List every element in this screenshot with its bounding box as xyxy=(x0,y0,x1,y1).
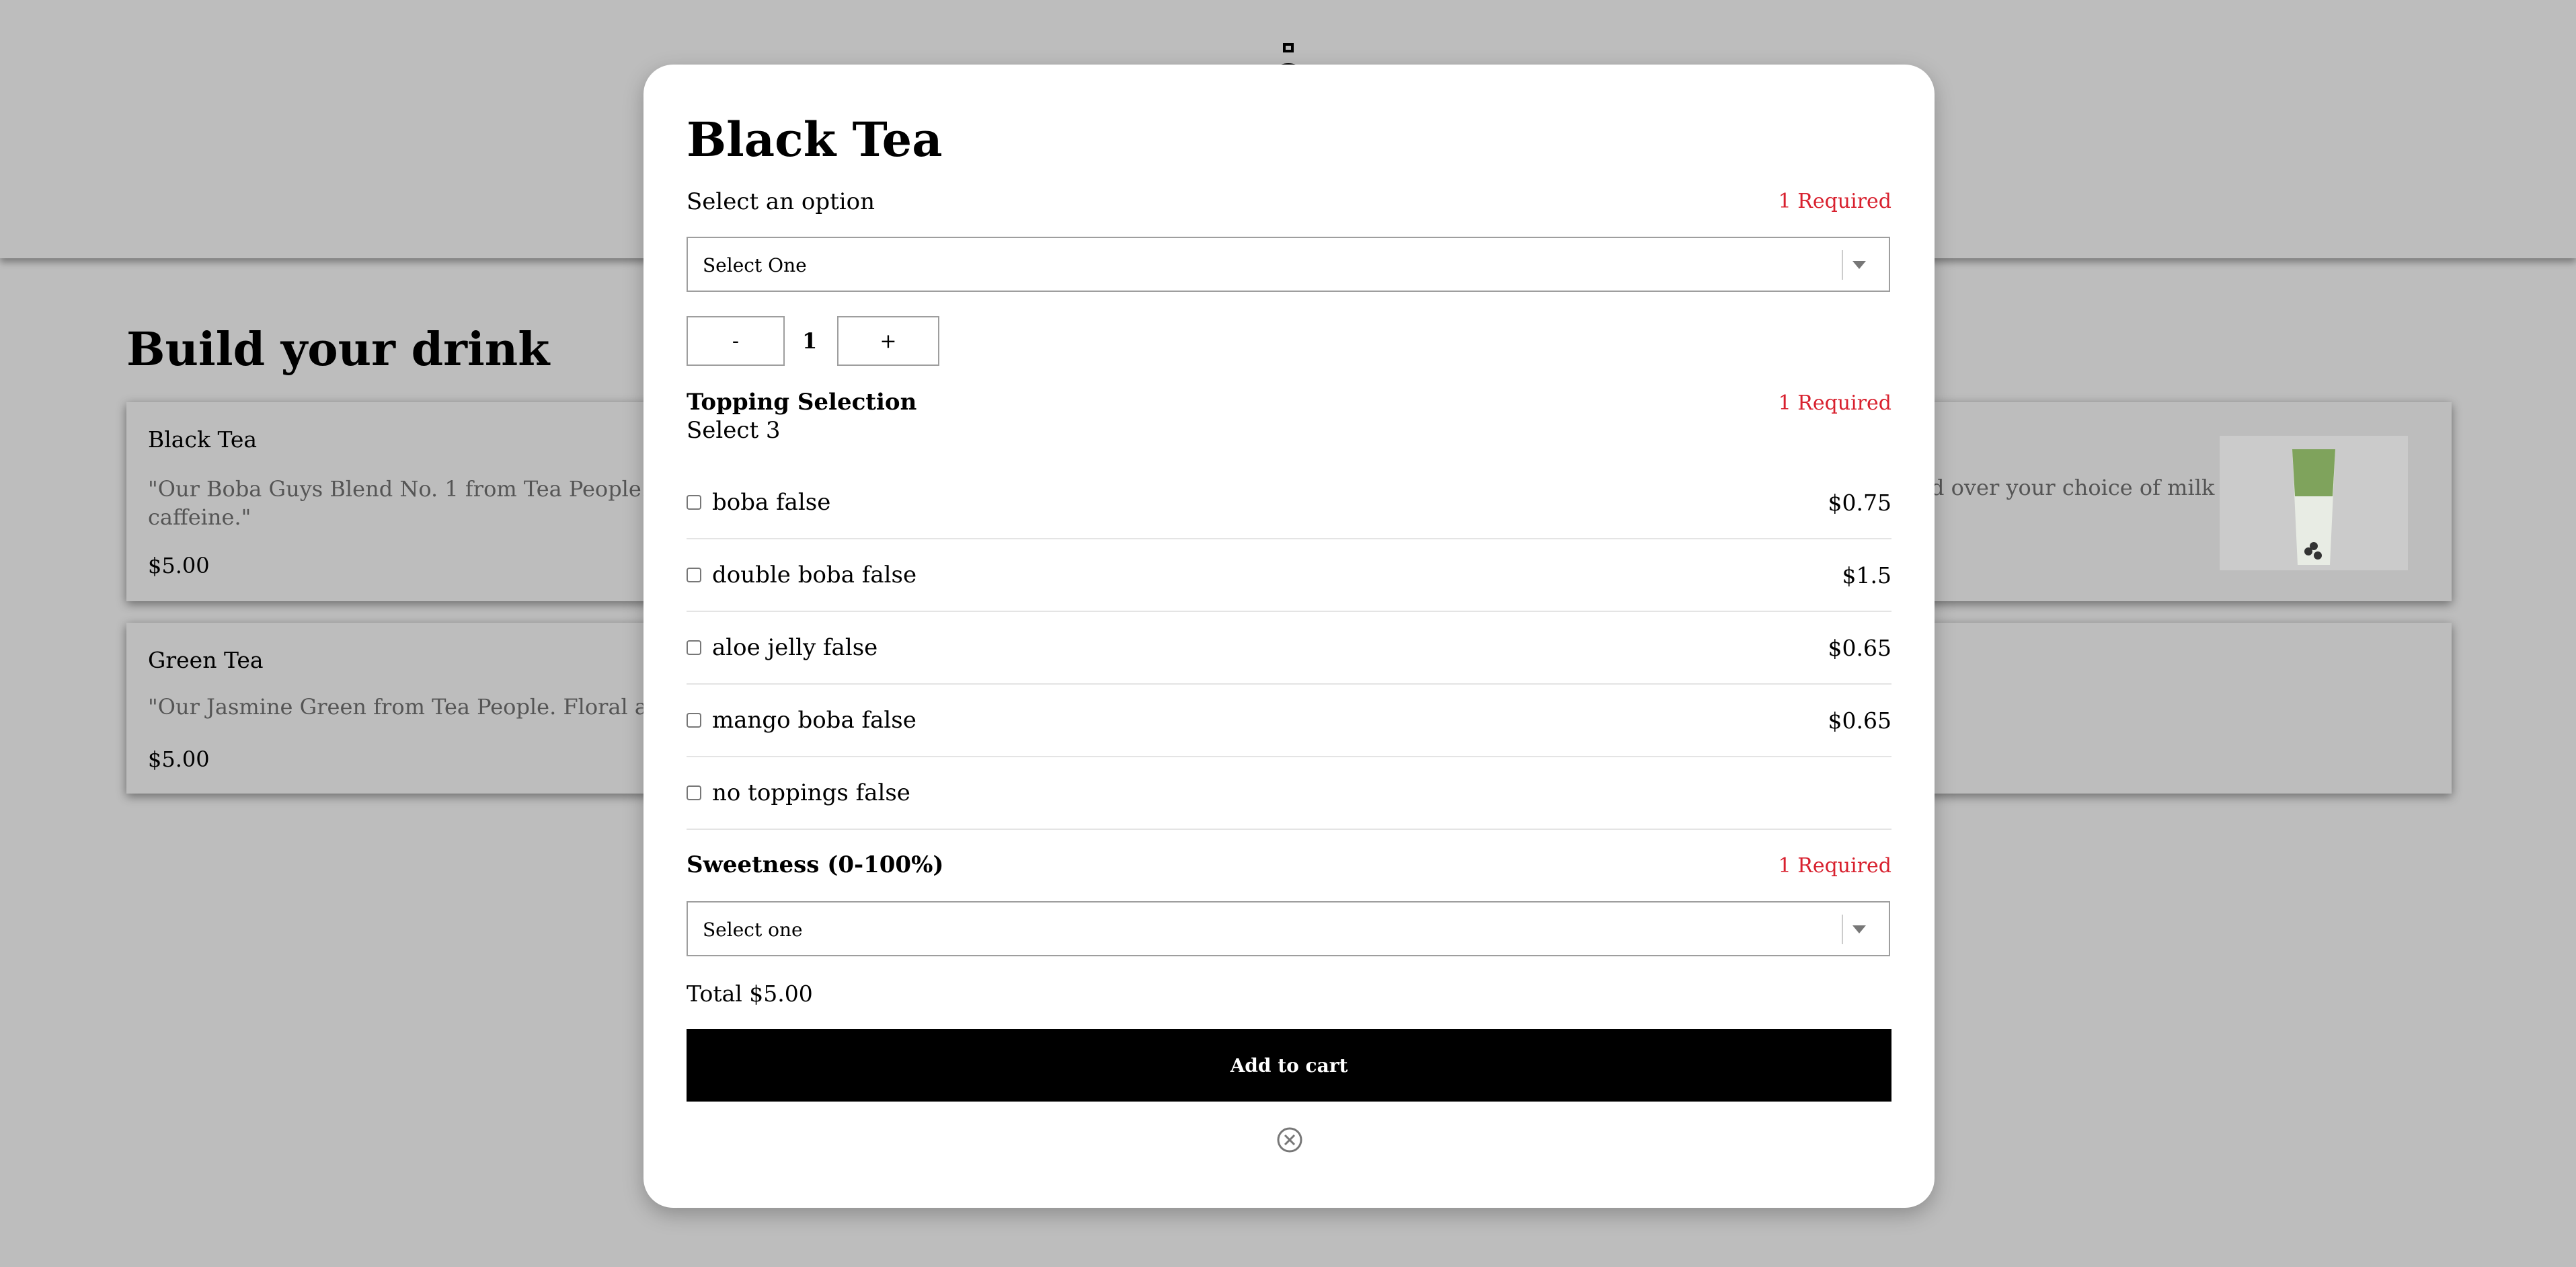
topping-item-aloe-jelly[interactable]: aloe jelly false $0.65 xyxy=(687,612,1891,685)
topping-list: boba false $0.75 double boba false $1.5 … xyxy=(687,467,1891,830)
drink-options-modal: Black Tea Select an option 1 Required Se… xyxy=(643,65,1935,1208)
topping-name: double boba false xyxy=(712,562,917,588)
chevron-down-icon xyxy=(1852,261,1866,269)
sweetness-label: Sweetness (0-100%) xyxy=(687,851,944,878)
option-required-badge: 1 Required xyxy=(1778,190,1891,213)
modal-title: Black Tea xyxy=(687,112,943,167)
menu-item-description-right: d over your choice of milk xyxy=(1930,475,2215,500)
quantity-decrement-button[interactable]: - xyxy=(687,316,785,366)
close-circle-icon[interactable] xyxy=(1276,1126,1304,1154)
topping-name: mango boba false xyxy=(712,707,916,734)
topping-section-subtitle: Select 3 xyxy=(687,417,781,444)
topping-checkbox[interactable] xyxy=(687,640,701,655)
sweetness-select[interactable]: Select one xyxy=(687,901,1890,956)
topping-price: $0.65 xyxy=(1828,634,1891,661)
topping-name: aloe jelly false xyxy=(712,634,878,661)
topping-price: $0.75 xyxy=(1828,489,1891,516)
chevron-down-icon xyxy=(1852,925,1866,933)
add-to-cart-button[interactable]: Add to cart xyxy=(687,1029,1891,1102)
select-divider xyxy=(1842,915,1843,944)
quantity-value: 1 xyxy=(802,328,818,354)
topping-item-double-boba[interactable]: double boba false $1.5 xyxy=(687,539,1891,612)
page-title: Build your drink xyxy=(126,323,550,377)
sweetness-select-value: Select one xyxy=(703,919,803,941)
menu-item-price: $5.00 xyxy=(148,553,210,578)
topping-item-boba[interactable]: boba false $0.75 xyxy=(687,467,1891,539)
topping-item-mango-boba[interactable]: mango boba false $0.65 xyxy=(687,685,1891,757)
topping-name: no toppings false xyxy=(712,779,910,806)
select-divider xyxy=(1842,250,1843,280)
topping-section-title: Topping Selection xyxy=(687,389,917,416)
topping-checkbox[interactable] xyxy=(687,568,701,582)
quantity-increment-button[interactable]: + xyxy=(837,316,939,366)
topping-name: boba false xyxy=(712,489,831,516)
sweetness-required-badge: 1 Required xyxy=(1778,854,1891,878)
drink-cup-icon xyxy=(2220,436,2408,570)
option-select-value: Select One xyxy=(703,254,807,276)
topping-price: $1.5 xyxy=(1842,562,1891,588)
topping-required-badge: 1 Required xyxy=(1778,391,1891,415)
topping-checkbox[interactable] xyxy=(687,713,701,728)
menu-item-name: Black Tea xyxy=(148,426,258,453)
order-total: Total $5.00 xyxy=(687,981,813,1007)
topping-checkbox[interactable] xyxy=(687,785,701,800)
topping-price: $0.65 xyxy=(1828,707,1891,734)
topping-item-no-toppings[interactable]: no toppings false xyxy=(687,757,1891,830)
option-select[interactable]: Select One xyxy=(687,237,1890,292)
menu-item-name: Green Tea xyxy=(148,647,264,673)
menu-item-price: $5.00 xyxy=(148,746,210,772)
topping-checkbox[interactable] xyxy=(687,495,701,510)
matcha-drink-photo xyxy=(2220,436,2408,570)
option-label: Select an option xyxy=(687,188,875,215)
